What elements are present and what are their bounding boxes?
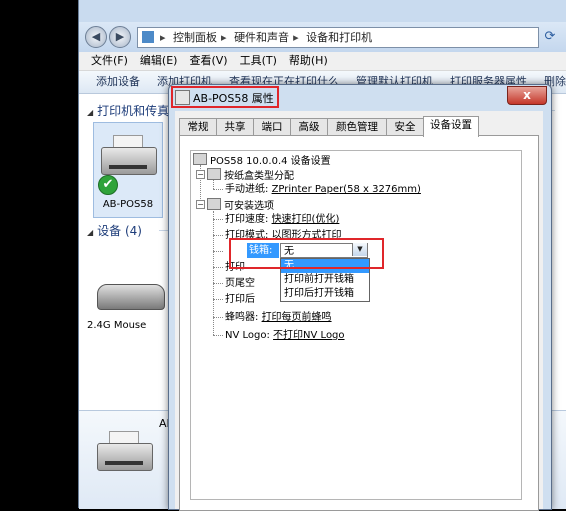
forward-button[interactable]: ▶ — [109, 26, 131, 48]
breadcrumb-chevron-icon: ▸ — [160, 31, 166, 44]
settings-tree: POS58 10.0.0.4 设备设置 − 按纸盒类型分配 手动进纸: ZPri… — [190, 150, 522, 500]
default-check-icon: ✔ — [98, 175, 118, 195]
tree-line — [213, 219, 223, 220]
tree-paper-group[interactable]: 按纸盒类型分配 — [207, 168, 294, 183]
printer-label: AB-POS58 — [102, 199, 154, 210]
menu-edit[interactable]: 编辑(E) — [140, 52, 178, 70]
collapse-triangle-icon: ◢ — [87, 108, 94, 117]
address-bar: ◀ ▶ ▸ 控制面板 ▸ 硬件和声音 ▸ 设备和打印机 ⟳ — [79, 22, 566, 52]
menu-tools[interactable]: 工具(T) — [240, 52, 277, 70]
back-button[interactable]: ◀ — [85, 26, 107, 48]
tab-advanced[interactable]: 高级 — [290, 118, 328, 136]
buzzer-value[interactable]: 打印每页前蜂鸣 — [262, 312, 332, 323]
tab-security[interactable]: 安全 — [386, 118, 424, 136]
menu-bar: 文件(F) 编辑(E) 查看(V) 工具(T) 帮助(H) — [79, 52, 566, 71]
menu-help[interactable]: 帮助(H) — [289, 52, 328, 70]
tree-hidden-row-2[interactable]: 页尾空 — [225, 277, 255, 290]
collapse-minus-icon[interactable]: − — [196, 200, 205, 209]
menu-view[interactable]: 查看(V) — [189, 52, 227, 70]
tree-options-group[interactable]: 可安装选项 — [207, 198, 274, 213]
address-box[interactable]: ▸ 控制面板 ▸ 硬件和声音 ▸ 设备和打印机 — [137, 27, 539, 48]
menu-file[interactable]: 文件(F) — [91, 52, 128, 70]
add-device-button[interactable]: 添加设备 — [96, 71, 140, 93]
breadcrumb-chevron-icon: ▸ — [221, 31, 227, 44]
print-speed-value[interactable]: 快速打印(优化) — [272, 214, 340, 225]
tree-line — [213, 299, 223, 300]
printer-icon — [193, 153, 207, 165]
title-highlight-box — [171, 86, 279, 108]
close-button[interactable]: x — [507, 86, 547, 105]
tab-color-management[interactable]: 颜色管理 — [327, 118, 387, 136]
cash-drawer-highlight-box — [229, 238, 384, 269]
dialog-body: 常规 共享 端口 高级 颜色管理 安全 设备设置 POS58 10.0.0.4 … — [175, 111, 543, 511]
nv-logo-value[interactable]: 不打印NV Logo — [273, 330, 344, 341]
tree-line — [213, 283, 223, 284]
breadcrumb-control-panel[interactable]: 控制面板 — [173, 28, 217, 47]
collapse-minus-icon[interactable]: − — [196, 170, 205, 179]
keyboard-mouse-icon[interactable] — [97, 284, 165, 310]
tab-sharing[interactable]: 共享 — [216, 118, 254, 136]
cash-drawer-option-open-before[interactable]: 打印前打开钱箱 — [281, 273, 369, 287]
refresh-icon[interactable]: ⟳ — [541, 28, 559, 46]
devices-section-title[interactable]: ◢ 设备 (4) — [87, 222, 142, 239]
tab-ports[interactable]: 端口 — [253, 118, 291, 136]
printer-properties-dialog: AB-POS58 属性 x 常规 共享 端口 高级 颜色管理 安全 设备设置 P… — [168, 84, 552, 511]
options-icon — [207, 198, 221, 210]
tab-general[interactable]: 常规 — [179, 118, 217, 136]
breadcrumb-devices-printers[interactable]: 设备和打印机 — [306, 28, 372, 47]
tree-line — [213, 251, 223, 252]
tab-device-settings[interactable]: 设备设置 — [423, 116, 479, 137]
tree-buzzer[interactable]: 蜂鸣器: 打印每页前蜂鸣 — [225, 311, 332, 324]
dialog-titlebar[interactable]: AB-POS58 属性 x — [169, 85, 551, 109]
paper-tray-icon — [207, 168, 221, 180]
tree-line — [213, 317, 223, 318]
tree-print-speed[interactable]: 打印速度: 快速打印(优化) — [225, 213, 339, 226]
cash-drawer-option-open-after[interactable]: 打印后打开钱箱 — [281, 287, 369, 301]
tree-line — [213, 235, 223, 236]
manual-feed-value[interactable]: ZPrinter Paper(58 x 3276mm) — [272, 184, 421, 195]
control-panel-icon — [142, 31, 154, 43]
tree-hidden-row-3[interactable]: 打印后 — [225, 293, 255, 306]
mouse-label: 2.4G Mouse — [87, 320, 147, 331]
tree-line — [213, 189, 223, 190]
breadcrumb-hardware-sound[interactable]: 硬件和声音 — [234, 28, 289, 47]
collapse-triangle-icon: ◢ — [87, 228, 94, 237]
printers-section-title[interactable]: ◢ 打印机和传真 — [87, 102, 169, 119]
tree-nv-logo[interactable]: NV Logo: 不打印NV Logo — [225, 329, 345, 342]
printer-tile[interactable]: ✔ AB-POS58 — [93, 122, 163, 218]
breadcrumb-chevron-icon: ▸ — [293, 31, 299, 44]
tree-line — [213, 335, 223, 336]
tree-manual-feed[interactable]: 手动进纸: ZPrinter Paper(58 x 3276mm) — [225, 183, 421, 196]
device-settings-panel: POS58 10.0.0.4 设备设置 − 按纸盒类型分配 手动进纸: ZPri… — [179, 135, 539, 511]
tree-line — [213, 267, 223, 268]
tree-root[interactable]: POS58 10.0.0.4 设备设置 — [193, 153, 331, 168]
